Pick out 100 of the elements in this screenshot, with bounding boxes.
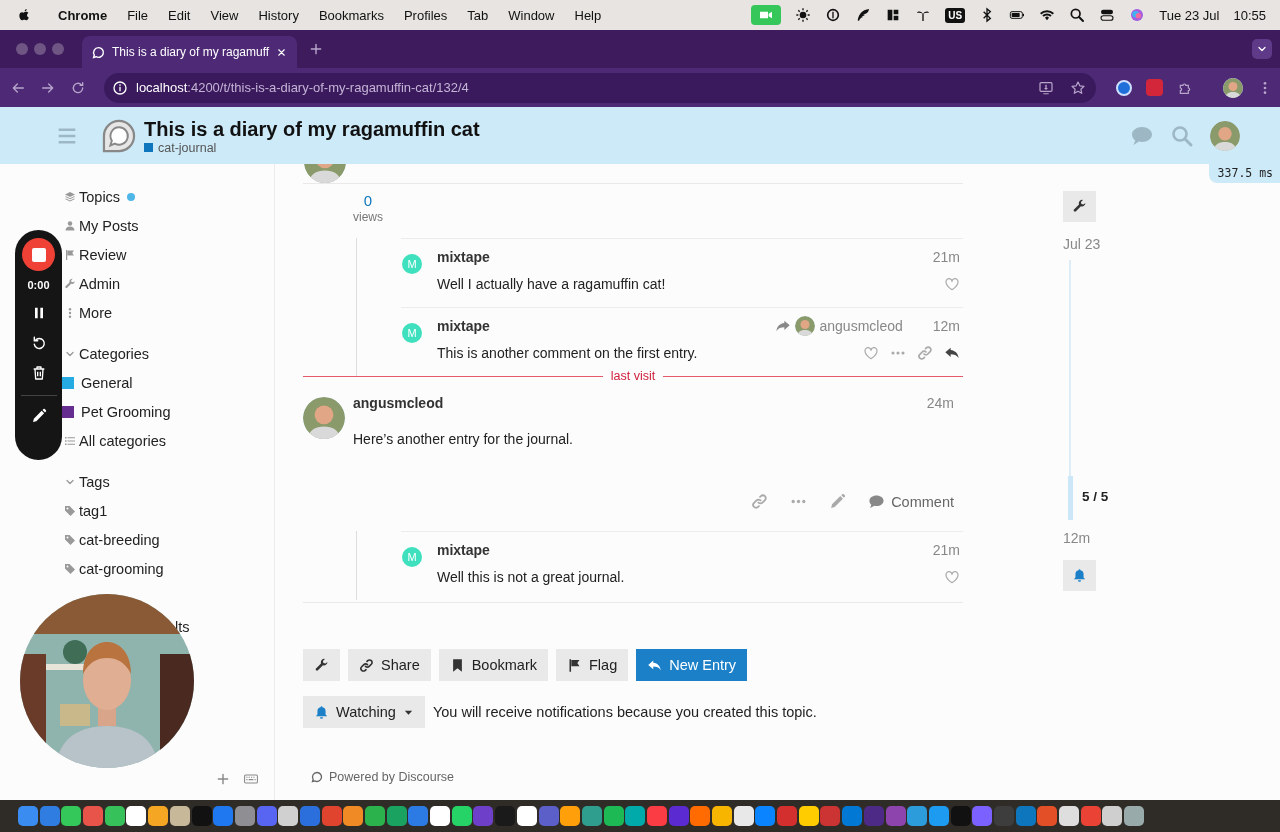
sidebar-link[interactable]: All categories: [64, 426, 167, 455]
user-avatar[interactable]: [303, 397, 345, 439]
control-center-icon[interactable]: [1099, 7, 1116, 23]
wrench-button[interactable]: [303, 649, 340, 681]
notification-button[interactable]: [1063, 560, 1096, 591]
keyboard-layout[interactable]: US: [945, 7, 966, 23]
sidebar-link[interactable]: My Posts: [64, 211, 139, 240]
menu-item[interactable]: File: [127, 7, 149, 23]
category-link[interactable]: cat-journal: [144, 140, 480, 155]
timeline-handle[interactable]: [1068, 476, 1073, 520]
install-icon[interactable]: [1038, 79, 1054, 96]
menu-item[interactable]: Bookmarks: [318, 7, 384, 23]
app-icon[interactable]: [1102, 806, 1123, 826]
menu-bar-time[interactable]: 10:55: [1233, 7, 1266, 23]
menu-item[interactable]: Profiles: [403, 7, 448, 23]
keyboard-icon[interactable]: [244, 772, 258, 786]
app-icon[interactable]: [169, 806, 190, 826]
app-icon[interactable]: [148, 806, 169, 826]
wrench-button[interactable]: [1063, 191, 1096, 222]
comment-button[interactable]: Comment: [868, 489, 954, 514]
flag-button[interactable]: Flag: [556, 649, 629, 681]
menu-item[interactable]: Edit: [168, 7, 191, 23]
sidebar-link[interactable]: Topics: [64, 182, 136, 211]
app-icon[interactable]: [1124, 806, 1145, 826]
entry-text: Here’s another entry for the journal.: [353, 431, 574, 447]
notification-level-dropdown[interactable]: Watching: [303, 696, 425, 728]
close-icon[interactable]: [276, 46, 288, 58]
circle-icon[interactable]: [825, 7, 842, 23]
stop-button[interactable]: [22, 238, 55, 271]
app-icon[interactable]: [560, 806, 581, 826]
sidebar-link[interactable]: More: [64, 298, 113, 327]
timeline-start-date[interactable]: Jul 23: [1063, 236, 1101, 252]
siri-icon[interactable]: [1129, 7, 1146, 23]
app-icon[interactable]: [712, 806, 732, 826]
category-link[interactable]: General: [64, 368, 133, 397]
profile-avatar[interactable]: [1223, 77, 1243, 98]
app-icon[interactable]: [104, 806, 125, 826]
app-icon[interactable]: [798, 806, 819, 826]
list-icon: [64, 434, 76, 447]
menu-bar-date[interactable]: Tue 23 Jul: [1159, 7, 1220, 23]
sidebar-link[interactable]: Review: [64, 240, 127, 269]
app-icon[interactable]: [343, 806, 364, 826]
menu-item[interactable]: Help: [574, 7, 602, 23]
reload-icon[interactable]: [70, 79, 86, 96]
new-tab-icon[interactable]: [309, 42, 324, 56]
extension-icon[interactable]: [1116, 79, 1132, 96]
post-time[interactable]: 21m: [932, 541, 960, 558]
wifi-icon[interactable]: [1039, 7, 1056, 23]
browser-tab[interactable]: This is a diary of my ragamuff: [82, 36, 298, 68]
reply-to-username[interactable]: angusmcleod: [819, 317, 903, 334]
username[interactable]: mixtape: [437, 541, 490, 558]
app-icon[interactable]: [278, 806, 299, 826]
timeline-end-date[interactable]: 12m: [1063, 530, 1091, 546]
new-entry-button[interactable]: New Entry: [636, 649, 748, 681]
username[interactable]: mixtape: [437, 317, 490, 334]
recording-time: 0:00: [27, 279, 50, 291]
search-icon[interactable]: [1069, 7, 1086, 23]
category-link[interactable]: Pet Grooming: [64, 397, 171, 426]
powered-by-link[interactable]: Powered by Discourse: [311, 770, 963, 784]
tab-search-button[interactable]: [1252, 39, 1272, 59]
app-icon[interactable]: [733, 806, 754, 826]
app-icon[interactable]: [1059, 806, 1079, 826]
layers-icon: [64, 190, 76, 203]
post-time[interactable]: 21m: [932, 248, 960, 265]
sidebar-link[interactable]: Admin: [64, 269, 121, 298]
section-header[interactable]: Tags: [64, 467, 110, 496]
reply-arrow-icon[interactable]: [944, 345, 960, 361]
post-time[interactable]: 12m: [932, 317, 960, 334]
tag-link[interactable]: cat-grooming: [64, 554, 164, 583]
address-bar[interactable]: localhost:4200/t/this-is-a-diary-of-my-ragamuffin-cat/132/4: [104, 72, 1096, 103]
app-icon[interactable]: [430, 806, 451, 826]
star-icon[interactable]: [1070, 79, 1086, 96]
speech-bubble-icon: [311, 771, 323, 783]
share-button[interactable]: Share: [348, 649, 431, 681]
app-icon[interactable]: [126, 806, 147, 826]
app-icon[interactable]: [61, 806, 82, 826]
section-header[interactable]: Categories: [64, 339, 150, 368]
sun-icon[interactable]: [795, 7, 812, 23]
app-icon[interactable]: [516, 806, 537, 826]
username[interactable]: angusmcleod: [353, 394, 444, 411]
menu-item[interactable]: Tab: [467, 7, 489, 23]
feather-icon[interactable]: [855, 7, 872, 23]
menu-item[interactable]: History: [258, 7, 299, 23]
post-time[interactable]: 24m: [926, 394, 954, 411]
plus-icon[interactable]: [216, 772, 230, 786]
user-avatar[interactable]: [1210, 120, 1240, 151]
app-menu[interactable]: Chrome: [58, 7, 108, 23]
menu-item[interactable]: View: [210, 7, 239, 23]
menu-item[interactable]: Window: [508, 7, 555, 23]
url-text: localhost:4200/t/this-is-a-diary-of-my-ragamuffin-cat/132/4: [136, 80, 469, 95]
apple-icon[interactable]: [16, 7, 32, 23]
tag-link[interactable]: cat-breeding: [64, 525, 160, 554]
app-icon[interactable]: [451, 806, 472, 826]
tag-link[interactable]: tag1: [64, 496, 108, 525]
pencil-icon[interactable]: [30, 408, 47, 424]
timeline-scrollbar[interactable]: 5 / 5: [1063, 260, 1123, 520]
bookmark-button[interactable]: Bookmark: [438, 649, 548, 681]
info-icon[interactable]: [112, 79, 128, 96]
username[interactable]: mixtape: [437, 248, 490, 265]
user-avatar[interactable]: [795, 315, 816, 336]
